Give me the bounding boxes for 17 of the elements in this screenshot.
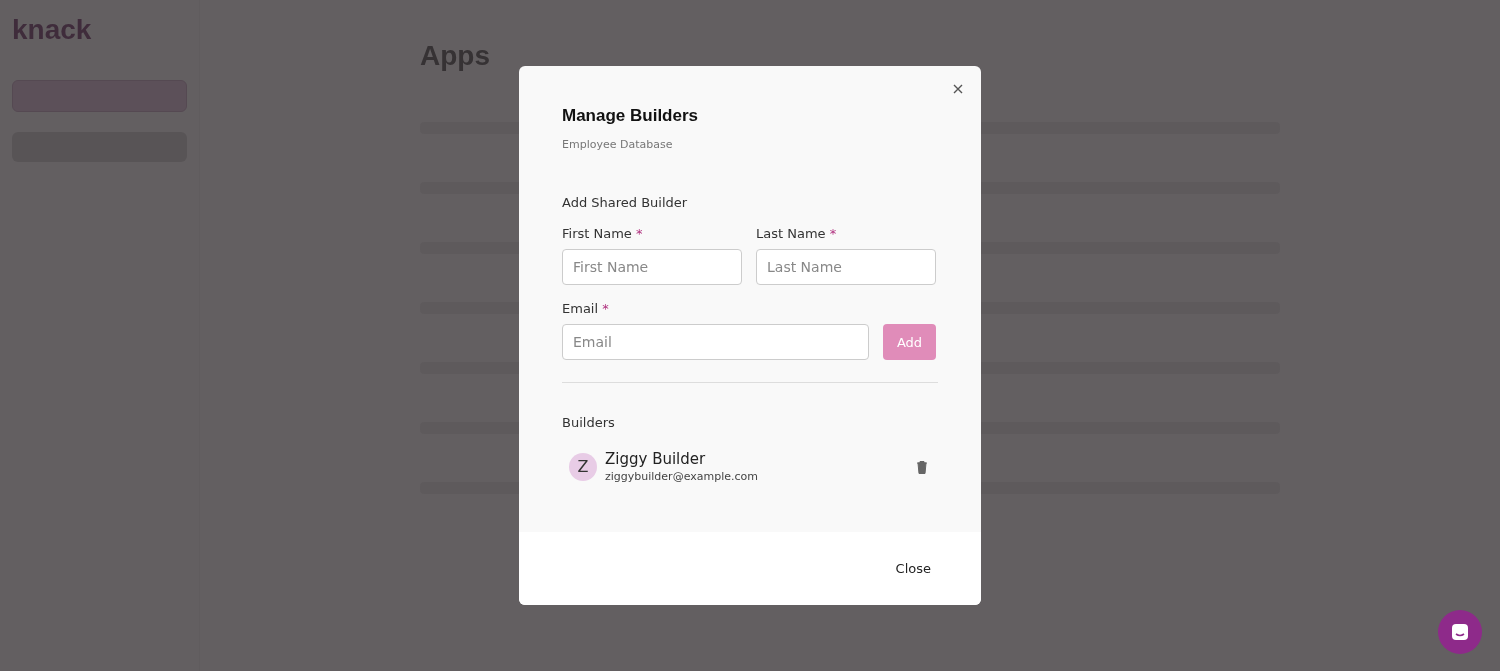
field-label: First Name * xyxy=(562,226,644,241)
dialog-subtitle: Employee Database xyxy=(562,138,674,151)
input-field[interactable]: Last Name xyxy=(756,249,936,285)
input-field[interactable]: First Name xyxy=(562,249,742,285)
section-title: Builders xyxy=(562,415,616,430)
chat-icon xyxy=(1450,622,1470,642)
section-title: Add Shared Builder xyxy=(562,195,689,210)
builder-email: ziggybuilder@example.com xyxy=(605,470,759,483)
field-label: Last Name * xyxy=(756,226,838,241)
builder-name: Ziggy Builder xyxy=(605,450,707,468)
close-icon[interactable] xyxy=(951,82,965,96)
dialog-title: Manage Builders xyxy=(562,106,700,126)
field-label: Email * xyxy=(562,301,610,316)
close-button[interactable]: Close xyxy=(889,560,937,577)
email-field[interactable]: Email xyxy=(562,324,869,360)
avatar: Z xyxy=(569,452,597,481)
trash-icon[interactable] xyxy=(914,458,930,475)
